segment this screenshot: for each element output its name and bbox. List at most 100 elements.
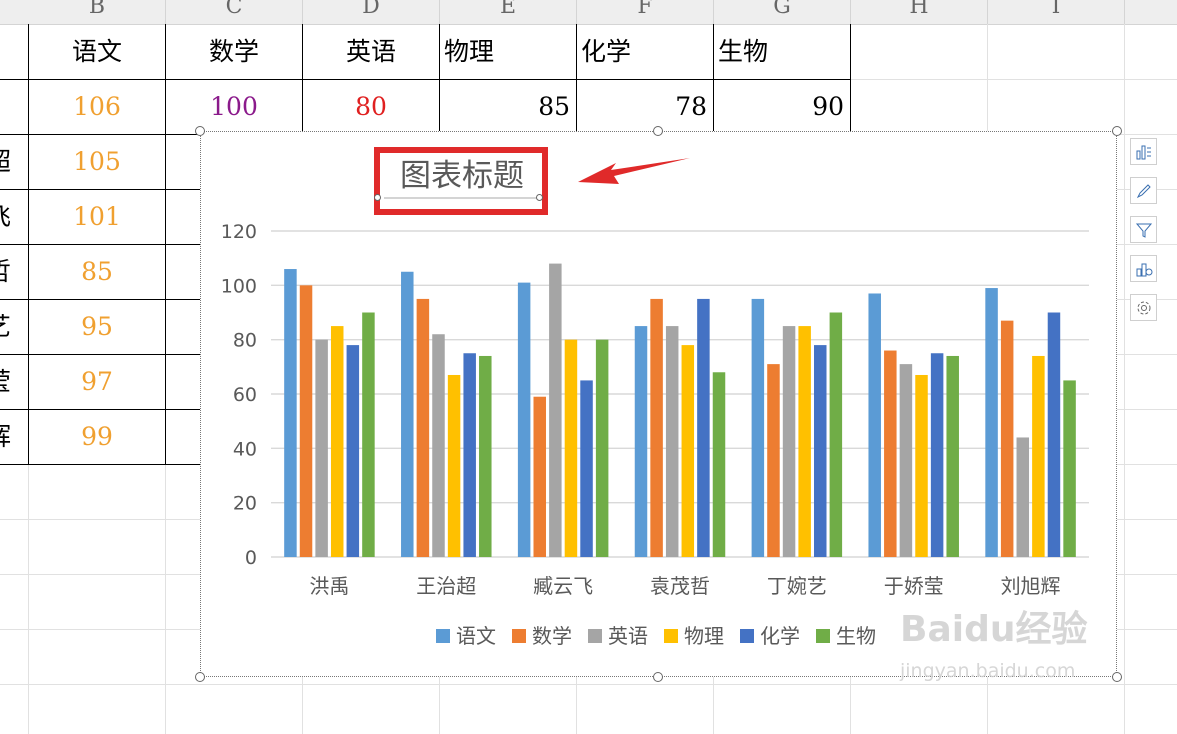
bar-5-5[interactable] — [946, 355, 959, 557]
column-header-b[interactable]: B — [29, 0, 166, 24]
bar-0-1[interactable] — [401, 271, 414, 557]
column-header-c[interactable]: C — [166, 0, 303, 24]
bar-3-1[interactable] — [447, 374, 461, 557]
legend-label[interactable]: 英语 — [608, 624, 648, 648]
chart-title[interactable]: 图表标题 — [400, 158, 524, 194]
cell-c-row1[interactable]: 100 — [166, 80, 302, 134]
bar-5-3[interactable] — [712, 372, 726, 557]
cell-a-row5[interactable]: 艺 — [0, 300, 28, 354]
bar-1-6[interactable] — [1000, 320, 1014, 557]
cell-a-row2[interactable]: 超 — [0, 135, 28, 189]
cell-b-row2[interactable]: 105 — [29, 135, 165, 189]
bar-4-1[interactable] — [463, 353, 476, 557]
column-header-g[interactable]: G — [714, 0, 851, 24]
bar-4-6[interactable] — [1047, 312, 1061, 558]
bar-2-0[interactable] — [315, 339, 328, 557]
cell-header-wuli[interactable]: 物理 — [440, 25, 576, 79]
bar-1-4[interactable] — [767, 364, 780, 557]
chart-filter-button[interactable] — [1130, 216, 1157, 243]
bar-3-6[interactable] — [1032, 355, 1045, 557]
bar-4-0[interactable] — [346, 345, 360, 557]
bar-2-5[interactable] — [899, 364, 913, 557]
resize-handle-top-left[interactable] — [195, 126, 205, 136]
resize-handle-top-right[interactable] — [1112, 126, 1122, 136]
bar-1-3[interactable] — [650, 298, 663, 557]
category-label: 臧云飞 — [533, 574, 593, 598]
bar-1-2[interactable] — [533, 396, 546, 557]
bar-5-4[interactable] — [829, 312, 843, 558]
bar-4-5[interactable] — [930, 353, 944, 557]
bar-2-4[interactable] — [782, 326, 796, 557]
bar-3-4[interactable] — [798, 326, 811, 557]
bar-1-0[interactable] — [299, 285, 313, 557]
cell-b-row5[interactable]: 95 — [29, 300, 165, 354]
legend-label[interactable]: 生物 — [836, 624, 876, 648]
legend-label[interactable]: 数学 — [532, 624, 572, 648]
chart-styles-button[interactable] — [1130, 177, 1157, 204]
bar-1-1[interactable] — [416, 298, 430, 557]
resize-handle-bottom-right[interactable] — [1112, 672, 1122, 682]
bar-2-3[interactable] — [665, 326, 679, 557]
cell-b-row7[interactable]: 99 — [29, 410, 165, 464]
quick-layout-button[interactable] — [1130, 255, 1157, 282]
cell-header-shengwu[interactable]: 生物 — [714, 25, 850, 79]
column-header-e[interactable]: E — [440, 0, 577, 24]
column-header-f[interactable]: F — [577, 0, 714, 24]
cell-f-row1[interactable]: 78 — [577, 80, 713, 134]
resize-handle-bottom-left[interactable] — [195, 672, 205, 682]
bar-4-4[interactable] — [814, 345, 827, 557]
bar-5-6[interactable] — [1063, 380, 1076, 557]
chart-svg: 图表标题 0 20 40 60 80 100 120 洪禹 王治超 臧云飞 袁茂哲 丁婉艺 于娇莹 刘旭辉… — [221, 147, 1089, 648]
cell-header-huaxue[interactable]: 化学 — [577, 25, 713, 79]
column-header-h[interactable]: H — [851, 0, 988, 24]
cell-a-row6[interactable]: 莹 — [0, 355, 28, 409]
bar-5-0[interactable] — [362, 312, 375, 558]
chart-settings-button[interactable] — [1130, 294, 1157, 321]
cell-header-shuxue[interactable]: 数学 — [166, 25, 302, 79]
bar-3-0[interactable] — [330, 326, 344, 557]
bar-3-5[interactable] — [915, 374, 928, 557]
bar-2-6[interactable] — [1016, 437, 1030, 557]
cell-b-row1[interactable]: 106 — [29, 80, 165, 134]
bar-0-4[interactable] — [751, 298, 765, 557]
cell-d-row1[interactable]: 80 — [303, 80, 439, 134]
chart-filter-icon — [1135, 223, 1152, 238]
legend-label[interactable]: 物理 — [684, 624, 724, 648]
column-header-d[interactable]: D — [303, 0, 440, 24]
bar-5-1[interactable] — [479, 355, 492, 557]
legend-swatch — [664, 629, 678, 643]
bar-4-3[interactable] — [697, 298, 710, 557]
bar-3-3[interactable] — [681, 345, 695, 557]
cell-header-yingyu[interactable]: 英语 — [303, 25, 439, 79]
bar-1-5[interactable] — [884, 350, 897, 557]
cell-a-row3[interactable]: 飞 — [0, 190, 28, 244]
bar-0-5[interactable] — [868, 293, 881, 557]
cell-header-yuwen[interactable]: 语文 — [29, 25, 165, 79]
cell-e-row1[interactable]: 85 — [440, 80, 576, 134]
legend-label[interactable]: 化学 — [760, 624, 800, 648]
resize-handle-bottom[interactable] — [653, 672, 663, 682]
legend-swatch — [816, 629, 830, 643]
bar-2-1[interactable] — [432, 334, 445, 557]
title-handle-left[interactable] — [374, 194, 381, 201]
cell-g-row1[interactable]: 90 — [714, 80, 850, 134]
bar-2-2[interactable] — [549, 263, 562, 557]
bar-4-2[interactable] — [580, 380, 593, 557]
cell-a-row7[interactable]: 辉 — [0, 410, 28, 464]
bar-3-2[interactable] — [564, 339, 578, 557]
chart-object[interactable]: 图表标题 0 20 40 60 80 100 120 洪禹 王治超 臧云飞 袁茂哲 丁婉艺 于娇莹 刘旭辉… — [200, 131, 1117, 677]
chart-elements-button[interactable] — [1130, 138, 1157, 165]
cell-b-row3[interactable]: 101 — [29, 190, 165, 244]
bar-0-2[interactable] — [517, 282, 531, 557]
cell-b-row6[interactable]: 97 — [29, 355, 165, 409]
title-handle-right[interactable] — [536, 194, 543, 201]
cell-a-row4[interactable]: 哲 — [0, 245, 28, 299]
column-header-i[interactable]: I — [988, 0, 1125, 24]
bar-0-0[interactable] — [284, 269, 297, 557]
bar-5-2[interactable] — [595, 339, 609, 557]
legend-label[interactable]: 语文 — [456, 624, 496, 648]
bar-0-3[interactable] — [634, 326, 648, 557]
resize-handle-top[interactable] — [653, 126, 663, 136]
bar-0-6[interactable] — [985, 288, 998, 557]
cell-b-row4[interactable]: 85 — [29, 245, 165, 299]
